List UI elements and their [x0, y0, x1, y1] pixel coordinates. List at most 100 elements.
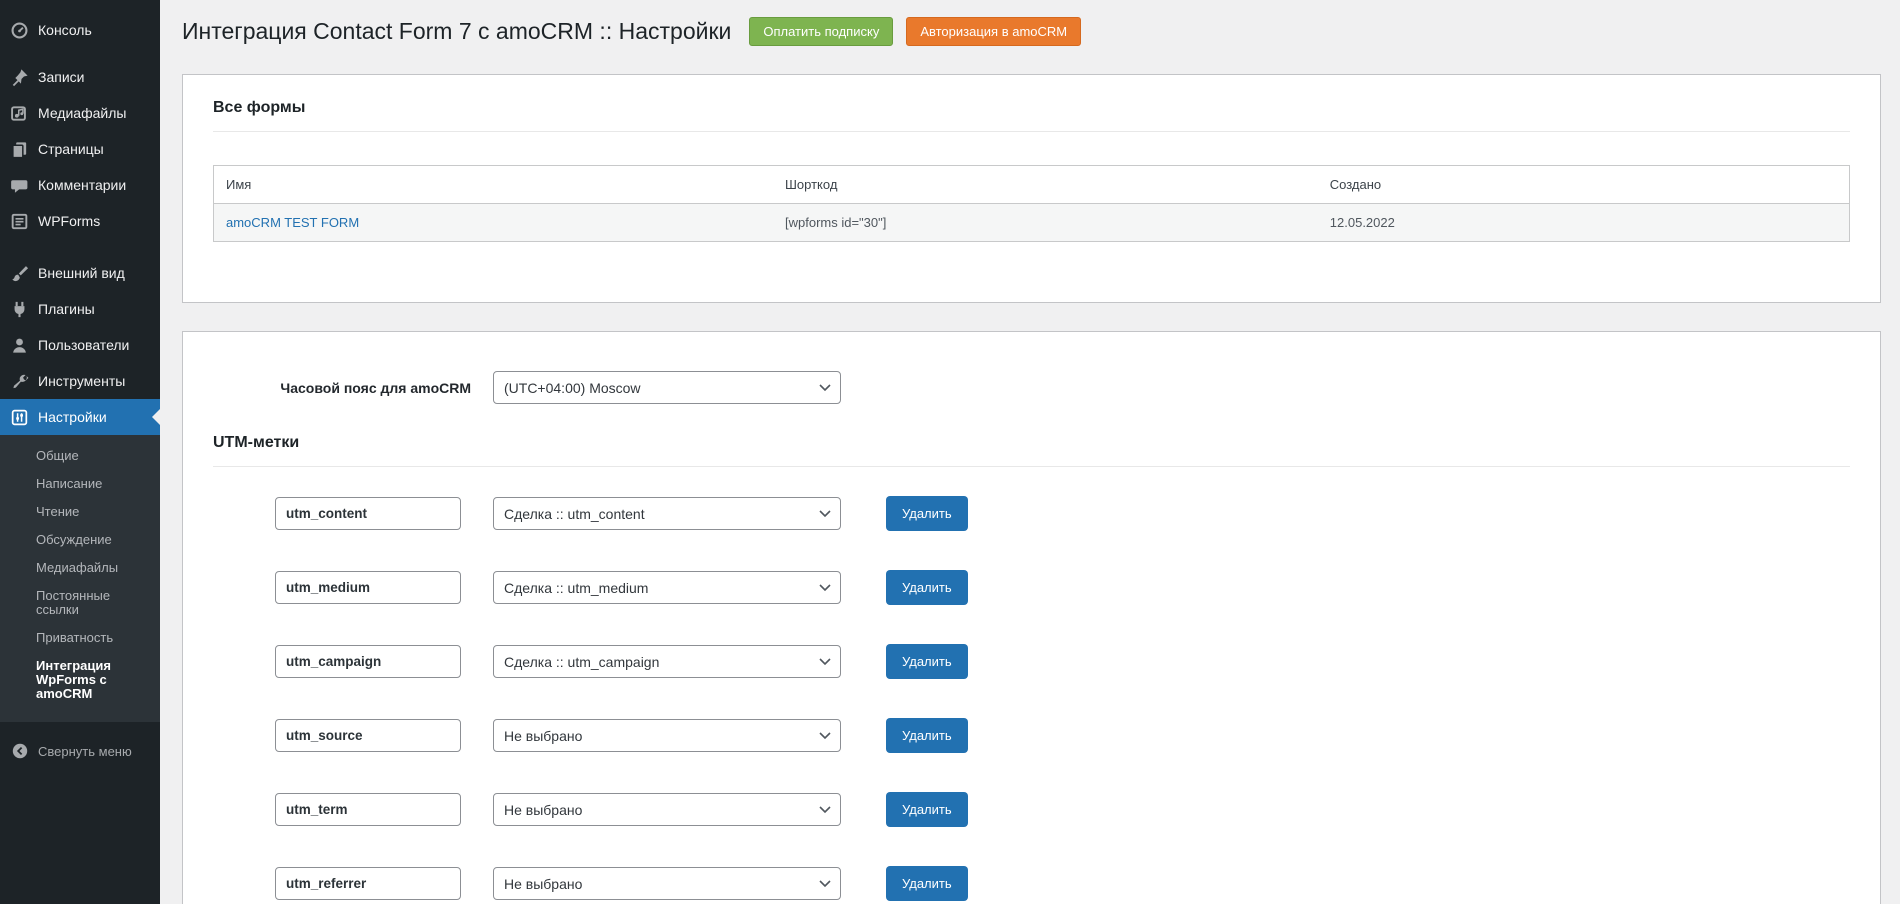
sidebar-item-form[interactable]: WPForms: [0, 203, 160, 239]
dashboard-icon: [9, 20, 29, 40]
delete-utm-button[interactable]: Удалить: [886, 644, 968, 679]
active-item-arrow: [152, 409, 160, 425]
sidebar-item-dashboard[interactable]: Консоль: [0, 12, 160, 48]
utm-mapping-select-wrap: Не выбрано: [493, 719, 841, 752]
menu-separator: [0, 239, 160, 255]
submenu-item[interactable]: Медиафайлы: [0, 554, 160, 582]
column-header: Имя: [214, 166, 774, 204]
admin-sidebar: Консоль Записи Медиафайлы Страницы Комментар…: [0, 0, 160, 904]
table-row: amoCRM TEST FORM [wpforms id="30"]12.05.2…: [214, 204, 1850, 242]
timezone-select[interactable]: (UTC+04:00) Moscow: [493, 371, 841, 404]
all-forms-panel: Все формы ИмяШорткодСоздано amoCRM TEST …: [182, 74, 1881, 303]
sidebar-menu: Консоль Записи Медиафайлы Страницы Комментар…: [0, 0, 160, 435]
form-name-link[interactable]: amoCRM TEST FORM: [226, 215, 359, 230]
timezone-row: Часовой пояс для amoCRM (UTC+04:00) Mosc…: [213, 371, 1850, 404]
utm-name-input[interactable]: [275, 497, 461, 530]
delete-utm-button[interactable]: Удалить: [886, 496, 968, 531]
delete-utm-button[interactable]: Удалить: [886, 718, 968, 753]
page-title: Интеграция Contact Form 7 с amoCRM :: На…: [182, 16, 731, 46]
created-cell: 12.05.2022: [1318, 204, 1850, 242]
utm-row: Сделка :: utm_medium Удалить: [275, 570, 1850, 605]
utm-row: Сделка :: utm_content Удалить: [275, 496, 1850, 531]
utm-name-input[interactable]: [275, 571, 461, 604]
sidebar-item-plugin[interactable]: Плагины: [0, 291, 160, 327]
forms-table-body: amoCRM TEST FORM [wpforms id="30"]12.05.2…: [214, 204, 1850, 242]
pages-icon: [9, 139, 29, 159]
sidebar-item-label: Комментарии: [38, 176, 126, 194]
utm-mapping-select[interactable]: Не выбрано: [493, 867, 841, 900]
sidebar-item-label: Записи: [38, 68, 84, 86]
delete-utm-button[interactable]: Удалить: [886, 792, 968, 827]
utm-mapping-select-wrap: Сделка :: utm_medium: [493, 571, 841, 604]
plugin-icon: [9, 299, 29, 319]
tools-icon: [9, 371, 29, 391]
submenu-item[interactable]: Интеграция WpForms с amoCRM: [0, 652, 160, 708]
delete-utm-button[interactable]: Удалить: [886, 866, 968, 901]
utm-mapping-select-wrap: Сделка :: utm_content: [493, 497, 841, 530]
timezone-label: Часовой пояс для amoCRM: [213, 380, 471, 396]
amocrm-auth-button[interactable]: Авторизация в amoCRM: [906, 17, 1081, 46]
users-icon: [9, 335, 29, 355]
page-header: Интеграция Contact Form 7 с amoCRM :: На…: [182, 16, 1881, 46]
form-icon: [9, 211, 29, 231]
sidebar-item-appearance[interactable]: Внешний вид: [0, 255, 160, 291]
shortcode-cell: [wpforms id="30"]: [773, 204, 1318, 242]
utm-mapping-select[interactable]: Сделка :: utm_medium: [493, 571, 841, 604]
forms-table: ИмяШорткодСоздано amoCRM TEST FORM [wpfor…: [213, 165, 1850, 242]
utm-name-input[interactable]: [275, 867, 461, 900]
collapse-menu-button[interactable]: Свернуть меню: [0, 732, 160, 770]
utm-mapping-select-wrap: Не выбрано: [493, 867, 841, 900]
timezone-select-wrap: (UTC+04:00) Moscow: [493, 371, 841, 404]
column-header: Создано: [1318, 166, 1850, 204]
utm-name-input[interactable]: [275, 719, 461, 752]
utm-mapping-select[interactable]: Не выбрано: [493, 793, 841, 826]
settings-submenu: ОбщиеНаписаниеЧтениеОбсуждениеМедиафайлы…: [0, 435, 160, 722]
utm-name-input[interactable]: [275, 645, 461, 678]
sidebar-item-label: Настройки: [38, 408, 107, 426]
collapse-menu-label: Свернуть меню: [38, 744, 132, 759]
collapse-arrow-icon: [10, 741, 30, 761]
submenu-item[interactable]: Приватность: [0, 624, 160, 652]
sidebar-item-media[interactable]: Медиафайлы: [0, 95, 160, 131]
sidebar-item-users[interactable]: Пользователи: [0, 327, 160, 363]
appearance-icon: [9, 263, 29, 283]
sidebar-item-label: Плагины: [38, 300, 95, 318]
utm-row: Не выбрано Удалить: [275, 866, 1850, 901]
utm-mapping-select-wrap: Сделка :: utm_campaign: [493, 645, 841, 678]
utm-mapping-select-wrap: Не выбрано: [493, 793, 841, 826]
sidebar-item-label: Консоль: [38, 21, 92, 39]
all-forms-title: Все формы: [213, 99, 1850, 117]
pushpin-icon: [9, 67, 29, 87]
submenu-item[interactable]: Постоянные ссылки: [0, 582, 160, 624]
sidebar-item-label: Инструменты: [38, 372, 125, 390]
sidebar-item-label: Страницы: [38, 140, 104, 158]
utm-row: Не выбрано Удалить: [275, 792, 1850, 827]
settings-icon: [9, 407, 29, 427]
sidebar-item-settings[interactable]: Настройки: [0, 399, 160, 435]
sidebar-item-comment[interactable]: Комментарии: [0, 167, 160, 203]
utm-mapping-select[interactable]: Не выбрано: [493, 719, 841, 752]
media-icon: [9, 103, 29, 123]
sidebar-item-label: WPForms: [38, 212, 100, 230]
utm-rows: Сделка :: utm_contentУдалитьСделка :: ut…: [213, 496, 1850, 901]
sidebar-item-pushpin[interactable]: Записи: [0, 59, 160, 95]
sidebar-item-label: Медиафайлы: [38, 104, 126, 122]
utm-mapping-select[interactable]: Сделка :: utm_campaign: [493, 645, 841, 678]
submenu-item[interactable]: Чтение: [0, 498, 160, 526]
utm-name-input[interactable]: [275, 793, 461, 826]
submenu-item[interactable]: Общие: [0, 442, 160, 470]
forms-table-header-row: ИмяШорткодСоздано: [214, 166, 1850, 204]
pay-subscription-button[interactable]: Оплатить подписку: [749, 17, 893, 46]
utm-row: Не выбрано Удалить: [275, 718, 1850, 753]
sidebar-item-label: Пользователи: [38, 336, 129, 354]
utm-mapping-select[interactable]: Сделка :: utm_content: [493, 497, 841, 530]
menu-separator: [0, 48, 160, 59]
comment-icon: [9, 175, 29, 195]
submenu-item[interactable]: Написание: [0, 470, 160, 498]
submenu-item[interactable]: Обсуждение: [0, 526, 160, 554]
main-content: Интеграция Contact Form 7 с amoCRM :: На…: [160, 0, 1900, 904]
delete-utm-button[interactable]: Удалить: [886, 570, 968, 605]
sidebar-item-tools[interactable]: Инструменты: [0, 363, 160, 399]
sidebar-item-pages[interactable]: Страницы: [0, 131, 160, 167]
sidebar-item-label: Внешний вид: [38, 264, 125, 282]
